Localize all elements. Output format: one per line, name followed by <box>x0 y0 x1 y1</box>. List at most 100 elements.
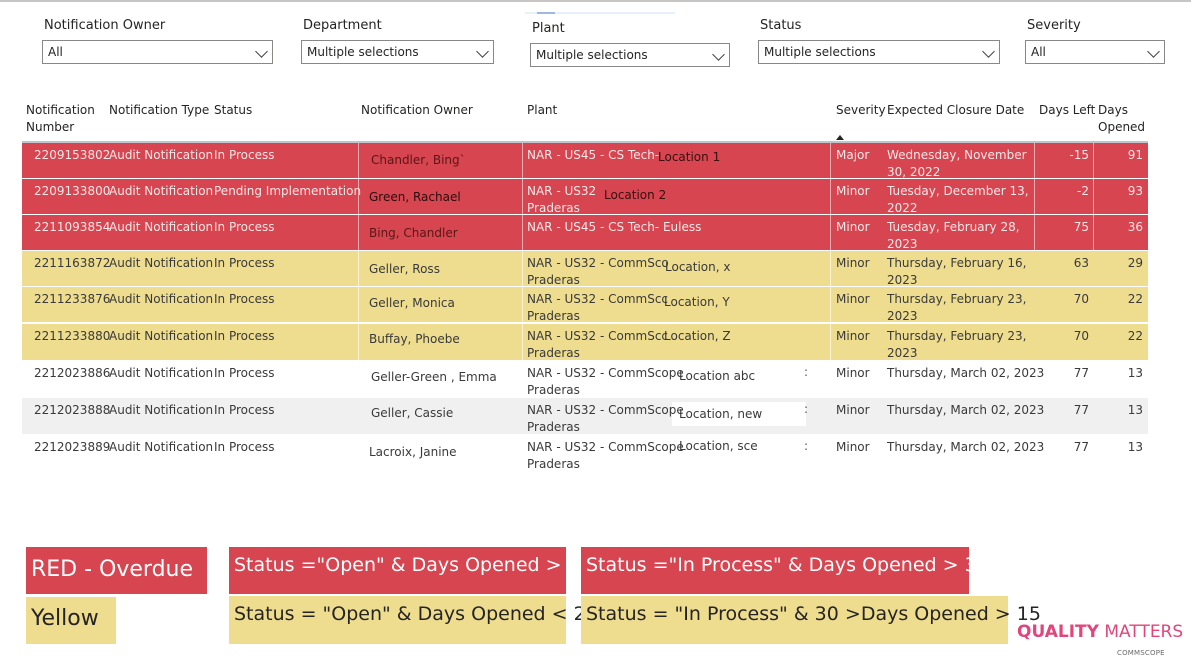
cell-number: 2211233876 <box>34 292 111 306</box>
cell-number: 2211093854 <box>34 220 111 234</box>
plant-slicer-accent-mark <box>537 12 555 14</box>
plant-line: NAR - US32 <box>527 184 597 198</box>
cell-type: Audit Notification <box>109 220 214 234</box>
header-text: Notification <box>26 103 95 117</box>
commscope-logo: COMMSCOPE <box>1117 649 1165 657</box>
header-severity[interactable]: Severity <box>836 102 886 119</box>
column-divider <box>358 143 359 178</box>
header-expected-closure-date[interactable]: Expected Closure Date <box>887 102 1024 119</box>
header-text: Days <box>1098 103 1128 117</box>
cell-days-left: 77 <box>1073 403 1089 417</box>
cell-days-left: 70 <box>1073 292 1089 306</box>
cell-days-left: 63 <box>1073 256 1089 270</box>
column-divider <box>830 287 831 322</box>
table-row[interactable]: 2211163872 Audit Notification In Process… <box>22 251 1148 289</box>
cell-plant: NAR - US32 - CommScope Praderas <box>527 439 684 473</box>
cell-number: 2211233880 <box>34 329 111 343</box>
cell-days-left: -15 <box>1069 148 1089 162</box>
cell-severity: Minor <box>836 329 870 343</box>
chevron-down-icon <box>982 45 995 58</box>
cell-severity: Minor <box>836 256 870 270</box>
cell-closure-date: Thursday, February 23, 2023 <box>887 328 1027 362</box>
cell-status: Pending Implementation <box>214 184 362 198</box>
chevron-down-icon <box>255 45 268 58</box>
cell-severity: Major <box>836 148 870 162</box>
cell-days-left: 70 <box>1073 329 1089 343</box>
cell-number: 2212023889 <box>34 440 111 454</box>
cell-status: In Process <box>214 148 275 162</box>
cell-days-left: 77 <box>1073 440 1089 454</box>
header-days-left[interactable]: Days Left <box>1039 102 1095 119</box>
cell-type: Audit Notification <box>109 256 214 270</box>
cell-location: Location, new <box>679 407 763 421</box>
dropdown-value: All <box>48 45 63 59</box>
cell-number: 2211163872 <box>34 256 111 270</box>
plant-line: Praderas <box>527 309 580 323</box>
cell-days-opened: 13 <box>1127 440 1143 454</box>
cell-closure-date: Thursday, February 23, 2023 <box>887 291 1027 325</box>
column-divider <box>522 251 523 286</box>
table-row[interactable]: 2211233880 Audit Notification In Process… <box>22 324 1148 360</box>
cell-status: In Process <box>214 292 275 306</box>
severity-dropdown[interactable]: All <box>1025 40 1165 64</box>
header-status[interactable]: Status <box>214 102 252 119</box>
header-plant[interactable]: Plant <box>527 102 557 119</box>
table-row[interactable]: 2212023886 Audit Notification In Process… <box>22 361 1148 397</box>
notification-owner-dropdown[interactable]: All <box>42 40 273 64</box>
header-days-opened[interactable]: Days Opened <box>1098 102 1145 136</box>
cell-owner: Geller, Monica <box>369 296 455 310</box>
cell-days-opened: 93 <box>1127 184 1143 198</box>
column-divider <box>358 324 359 360</box>
table-row[interactable]: 2209153802 Audit Notification In Process… <box>22 143 1148 181</box>
cell-closure-date: Wednesday, November 30, 2022 <box>887 147 1027 181</box>
cell-number: 2212023888 <box>34 403 111 417</box>
department-dropdown[interactable]: Multiple selections <box>301 40 494 64</box>
column-divider <box>522 215 523 250</box>
table-row[interactable]: 2209133800 Audit Notification Pending Im… <box>22 179 1148 217</box>
cell-type: Audit Notification <box>109 148 214 162</box>
status-dropdown[interactable]: Multiple selections <box>758 40 1000 64</box>
cell-closure-date: Tuesday, December 13, 2022 <box>887 183 1029 217</box>
table-row[interactable]: 2211233876 Audit Notification In Process… <box>22 287 1148 325</box>
cell-location: Location, Y <box>664 295 730 309</box>
closure-line: Thursday, February 16, <box>887 256 1027 270</box>
column-divider <box>358 251 359 286</box>
header-notification-type[interactable]: Notification Type <box>109 102 209 119</box>
dropdown-value: All <box>1031 45 1046 59</box>
cell-status: In Process <box>214 366 275 380</box>
column-divider <box>830 251 831 286</box>
cell-days-opened: 29 <box>1127 256 1143 270</box>
table-row[interactable]: 2211093854 Audit Notification In Process… <box>22 215 1148 251</box>
dropdown-value: Multiple selections <box>764 45 876 59</box>
plant-dropdown[interactable]: Multiple selections <box>530 43 730 67</box>
plant-line: NAR - US32 - CommScc <box>527 292 669 306</box>
cell-days-opened: 13 <box>1127 366 1143 380</box>
slicer-label: Severity <box>1027 18 1081 33</box>
cell-status: In Process <box>214 256 275 270</box>
header-notification-owner[interactable]: Notification Owner <box>361 102 473 119</box>
cell-plant: NAR - US32 - CommSco Praderas <box>527 255 669 289</box>
separator-glyph: : <box>804 402 809 416</box>
cell-location: Location abc <box>679 369 756 383</box>
cell-severity: Minor <box>836 403 870 417</box>
column-divider <box>522 179 523 214</box>
closure-line: Tuesday, December 13, <box>887 184 1029 198</box>
table-row[interactable]: 2212023888 Audit Notification In Process… <box>22 398 1148 434</box>
cell-days-left: 77 <box>1073 366 1089 380</box>
table-row[interactable]: 2212023889 Audit Notification In Process… <box>22 435 1148 471</box>
cell-owner: Geller-Green , Emma <box>371 370 497 384</box>
plant-line: NAR - US32 - CommSco <box>527 256 669 270</box>
cell-owner: Buffay, Phoebe <box>369 332 460 346</box>
cell-number: 2209153802 <box>34 148 111 162</box>
cell-closure-date: Thursday, February 16, 2023 <box>887 255 1027 289</box>
brand-text-light: MATTERS <box>1098 622 1184 642</box>
legend-rule-open-red: Status ="Open" & Days Opened > 2 <box>229 547 580 594</box>
cell-type: Audit Notification <box>109 329 214 343</box>
dropdown-value: Multiple selections <box>536 48 648 62</box>
cell-owner: Geller, Cassie <box>371 406 454 420</box>
cell-status: In Process <box>214 329 275 343</box>
cell-status: In Process <box>214 440 275 454</box>
legend-rule-open-yellow: Status = "Open" & Days Opened < 2 <box>229 596 586 644</box>
cell-plant: NAR - US32 - CommScope Praderas <box>527 402 684 436</box>
header-notification-number[interactable]: Notification Number <box>26 102 95 136</box>
